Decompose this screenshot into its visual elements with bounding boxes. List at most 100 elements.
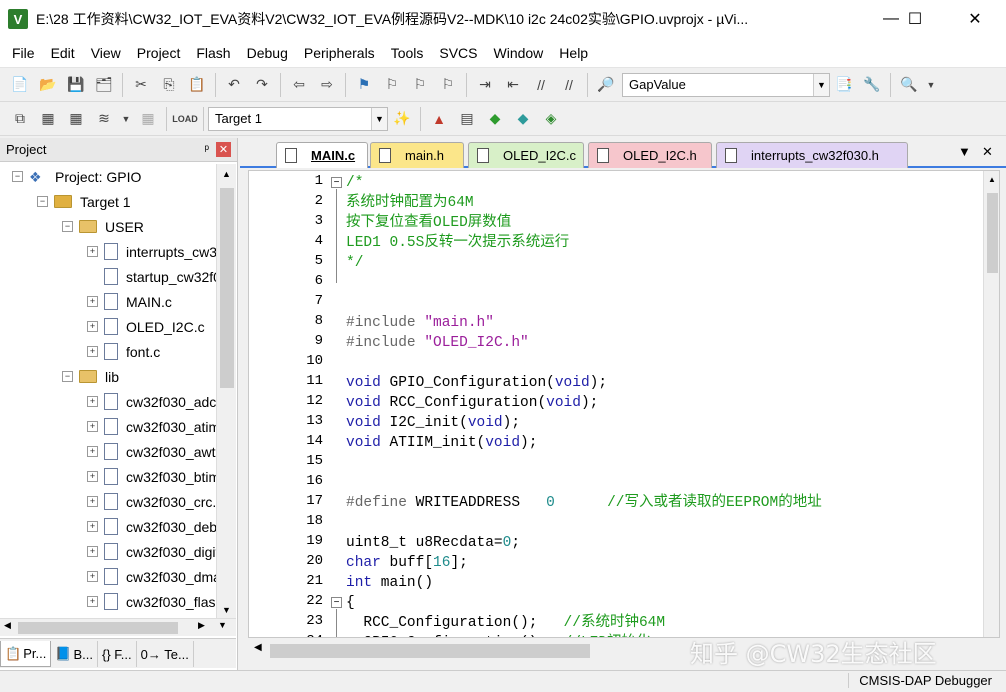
- expand-icon[interactable]: +: [87, 246, 98, 257]
- maximize-button[interactable]: ☐: [892, 0, 938, 38]
- tree-item[interactable]: + cw32f030_dma.c: [0, 564, 216, 589]
- rebuild-icon[interactable]: ▦: [65, 108, 87, 130]
- expand-icon[interactable]: +: [87, 321, 98, 332]
- code-line[interactable]: void ATIIM_init(void);: [346, 433, 537, 453]
- code-line[interactable]: void RCC_Configuration(void);: [346, 393, 598, 413]
- manage-project-items-icon[interactable]: ▲: [428, 108, 450, 130]
- tab-books[interactable]: 📘 B...: [51, 641, 99, 667]
- tree-item[interactable]: − lib: [0, 364, 216, 389]
- new-file-icon[interactable]: 📄: [9, 74, 31, 96]
- expand-icon[interactable]: +: [87, 421, 98, 432]
- close-window-button[interactable]: ✕: [952, 0, 998, 38]
- target-combo[interactable]: Target 1 ▼: [208, 106, 388, 131]
- scroll-up-icon[interactable]: ▲: [984, 171, 999, 189]
- find-in-files-icon[interactable]: 🔎: [595, 74, 617, 96]
- pack-installer-icon[interactable]: ◈: [540, 108, 562, 130]
- uncomment-icon[interactable]: //: [558, 74, 580, 96]
- expand-icon[interactable]: +: [87, 346, 98, 357]
- tree-item[interactable]: + cw32f030_atim.c: [0, 414, 216, 439]
- code-line[interactable]: int main(): [346, 573, 433, 593]
- tree-item[interactable]: + cw32f030_flash.c: [0, 589, 216, 614]
- code-line[interactable]: RCC_Configuration(); //系统时钟64M: [346, 613, 665, 633]
- code-line[interactable]: void I2C_init(void);: [346, 413, 520, 433]
- next-bookmark-icon[interactable]: ⚐: [409, 74, 431, 96]
- code-line[interactable]: void GPIO_Configuration(void);: [346, 373, 607, 393]
- scroll-right-icon[interactable]: ▶: [198, 620, 205, 631]
- navigate-forward-icon[interactable]: ⇨: [316, 74, 338, 96]
- menu-peripherals[interactable]: Peripherals: [296, 45, 383, 61]
- expand-icon[interactable]: +: [87, 396, 98, 407]
- prev-bookmark-icon[interactable]: ⚐: [381, 74, 403, 96]
- open-file-icon[interactable]: 📂: [37, 74, 59, 96]
- tab-list-dropdown-icon[interactable]: ▼: [958, 144, 971, 159]
- scrollbar-thumb[interactable]: [987, 193, 998, 273]
- tree-horizontal-scrollbar[interactable]: ◀ ▶ ▼: [0, 618, 236, 636]
- scroll-up-icon[interactable]: ▲: [217, 164, 236, 184]
- tree-item[interactable]: + OLED_I2C.c: [0, 314, 216, 339]
- tree-item[interactable]: + font.c: [0, 339, 216, 364]
- save-all-icon[interactable]: 🗂: [93, 74, 115, 96]
- find-combo[interactable]: GapValue ▼: [622, 72, 830, 97]
- batch-build-icon[interactable]: ≋: [93, 108, 115, 130]
- manage-rte-icon[interactable]: ◆: [512, 108, 534, 130]
- tree-item[interactable]: + cw32f030_crc.c: [0, 489, 216, 514]
- collapse-icon[interactable]: −: [37, 196, 48, 207]
- code-line[interactable]: {: [346, 593, 355, 613]
- translate-icon[interactable]: ⧉: [9, 108, 31, 130]
- fold-toggle-icon[interactable]: −: [331, 177, 342, 188]
- tree-item[interactable]: startup_cw32f030.s: [0, 264, 216, 289]
- editor-tab[interactable]: main.h: [370, 142, 464, 168]
- clear-bookmarks-icon[interactable]: ⚐: [437, 74, 459, 96]
- expand-icon[interactable]: +: [87, 571, 98, 582]
- collapse-icon[interactable]: −: [62, 371, 73, 382]
- unindent-icon[interactable]: ⇤: [502, 74, 524, 96]
- code-area[interactable]: /* 系统时钟配置为64M 按下复位查看OLED屏数值 LED1 0.5S反转一次提示…: [346, 171, 976, 637]
- tree-vertical-scrollbar[interactable]: ▲ ▼: [216, 164, 236, 620]
- collapse-icon[interactable]: −: [62, 221, 73, 232]
- menu-file[interactable]: File: [4, 45, 43, 61]
- scroll-left-icon[interactable]: ◀: [4, 620, 11, 631]
- collapse-icon[interactable]: −: [12, 171, 23, 182]
- close-panel-button[interactable]: ✕: [216, 142, 231, 157]
- code-line[interactable]: char buff[16];: [346, 553, 468, 573]
- scroll-down-icon[interactable]: ▼: [218, 620, 227, 630]
- indent-icon[interactable]: ⇥: [474, 74, 496, 96]
- code-line[interactable]: 系统时钟配置为64M: [346, 193, 474, 213]
- expand-icon[interactable]: +: [87, 471, 98, 482]
- menu-view[interactable]: View: [83, 45, 129, 61]
- tree-item[interactable]: + cw32f030_btim.c: [0, 464, 216, 489]
- code-editor[interactable]: 1−2345678910111213141516171819202122−232…: [248, 170, 1000, 638]
- expand-icon[interactable]: +: [87, 596, 98, 607]
- tree-item[interactable]: + cw32f030_awt.c: [0, 439, 216, 464]
- tab-project[interactable]: 📋 Pr...: [0, 641, 52, 667]
- close-tab-icon[interactable]: ✕: [982, 144, 993, 160]
- tab-functions[interactable]: {} F...: [98, 641, 137, 667]
- menu-debug[interactable]: Debug: [239, 45, 296, 61]
- menu-flash[interactable]: Flash: [188, 45, 238, 61]
- target-options-icon[interactable]: ✨: [391, 108, 413, 130]
- scrollbar-thumb[interactable]: [270, 644, 590, 658]
- stop-build-icon[interactable]: ▦: [137, 108, 159, 130]
- expand-icon[interactable]: +: [87, 446, 98, 457]
- expand-icon[interactable]: +: [87, 496, 98, 507]
- editor-tab[interactable]: OLED_I2C.h: [588, 142, 712, 168]
- chevron-down-icon[interactable]: ▼: [813, 73, 829, 96]
- redo-icon[interactable]: ↷: [251, 74, 273, 96]
- editor-tab[interactable]: MAIN.c: [276, 142, 368, 168]
- scroll-left-icon[interactable]: ◀: [254, 642, 262, 653]
- tree-item[interactable]: + cw32f030_digitalsign.c: [0, 539, 216, 564]
- tree-item[interactable]: + MAIN.c: [0, 289, 216, 314]
- paste-icon[interactable]: 📋: [186, 74, 208, 96]
- scroll-down-icon[interactable]: ▼: [217, 600, 236, 620]
- editor-tab[interactable]: OLED_I2C.c: [468, 142, 584, 168]
- save-icon[interactable]: 💾: [65, 74, 87, 96]
- tree-item[interactable]: + cw32f030_debug.c: [0, 514, 216, 539]
- editor-tab[interactable]: interrupts_cw32f030.h: [716, 142, 908, 168]
- select-packs-icon[interactable]: ◆: [484, 108, 506, 130]
- tree-item[interactable]: + interrupts_cw32f030.c: [0, 239, 216, 264]
- bookmark-icon[interactable]: ⚑: [353, 74, 375, 96]
- download-icon[interactable]: LOAD: [172, 108, 198, 130]
- undo-icon[interactable]: ↶: [223, 74, 245, 96]
- code-line[interactable]: LED1 0.5S反转一次提示系统运行: [346, 233, 569, 253]
- code-line[interactable]: /*: [346, 173, 363, 193]
